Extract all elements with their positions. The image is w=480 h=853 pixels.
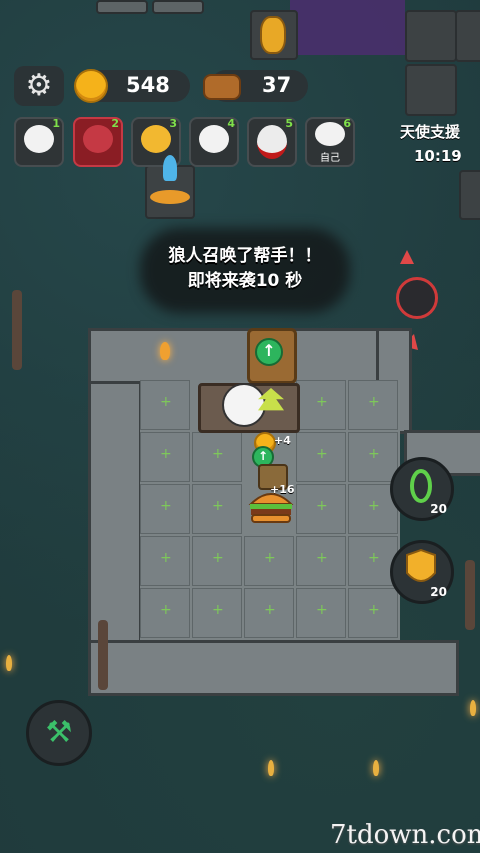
slot-number: 1: [52, 117, 60, 130]
path-tile: [96, 0, 148, 14]
floor-cell[interactable]: [296, 432, 346, 482]
slot-label-self: 自己: [320, 153, 340, 164]
thorn-count: 20: [430, 502, 447, 516]
path-tile: [405, 10, 457, 62]
door-upgrade-arrow-icon[interactable]: ↑: [255, 338, 283, 366]
dungeon-wall-bottom: [88, 640, 459, 696]
gold-amount: 548: [126, 73, 170, 97]
sheep-face-icon: [315, 122, 345, 146]
ground-lamp-icon: [268, 760, 274, 776]
floor-cell[interactable]: [348, 432, 398, 482]
screaming-sheep-icon: [257, 125, 287, 159]
angel-support-title: 天使支援: [400, 123, 461, 141]
settings-gear-icon[interactable]: ⚙: [14, 66, 64, 106]
path-tile: [459, 170, 480, 220]
floor-cell[interactable]: [192, 536, 242, 586]
dead-tree: [98, 620, 108, 690]
sheep-face-icon: [24, 125, 54, 153]
purple-zone: [290, 0, 405, 55]
gold-drop-icon[interactable]: [260, 16, 286, 54]
floor-cell[interactable]: [140, 380, 190, 430]
slot-number: 3: [169, 117, 177, 130]
character-slot-4[interactable]: 4: [189, 117, 239, 167]
claw-wound-icon: [83, 125, 113, 153]
floor-cell[interactable]: [244, 588, 294, 638]
floor-cell[interactable]: [192, 484, 242, 534]
dead-tree: [12, 290, 22, 370]
floor-cell[interactable]: [192, 432, 242, 482]
floor-cell[interactable]: [296, 536, 346, 586]
slot-number: 6: [343, 117, 351, 130]
gold-pile-icon: [150, 190, 190, 204]
spiky-hair-sheep-icon: [141, 125, 171, 153]
ground-lamp-icon: [6, 655, 12, 671]
wall-torch-icon: [160, 342, 170, 360]
dead-tree: [465, 560, 475, 630]
path-tile: [152, 0, 204, 14]
shield-defense-button[interactable]: 20: [390, 540, 454, 604]
player-sheep-icon: [222, 383, 266, 427]
location-pin-icon: [163, 155, 177, 181]
slot-number: 2: [111, 117, 119, 130]
ground-lamp-icon: [373, 760, 379, 776]
floor-cell[interactable]: [140, 588, 190, 638]
ground-lamp-icon: [470, 700, 476, 716]
shield-count: 20: [430, 585, 447, 599]
floor-cell[interactable]: [140, 432, 190, 482]
floor-cell[interactable]: [348, 380, 398, 430]
character-slot-6[interactable]: 6 自己: [305, 117, 355, 167]
slot-number: 5: [285, 117, 293, 130]
thorn-defense-button[interactable]: 20: [390, 457, 454, 521]
character-slot-2[interactable]: 2: [73, 117, 123, 167]
character-slot-1[interactable]: 1: [14, 117, 64, 167]
floor-cell[interactable]: [140, 536, 190, 586]
watermark: 7tdown.com: [330, 820, 480, 850]
path-tile: [455, 10, 480, 62]
sheep-face-icon: [199, 125, 229, 153]
wave-warning-line1: 狼人召唤了帮手！！: [168, 246, 322, 266]
burger-food-icon[interactable]: [248, 488, 294, 524]
floor-cell[interactable]: [140, 484, 190, 534]
wood-log-icon: [203, 74, 241, 100]
wood-amount: 37: [262, 73, 292, 97]
path-tile: [405, 64, 457, 116]
character-slot-5[interactable]: 5: [247, 117, 297, 167]
floor-cell[interactable]: [296, 380, 346, 430]
gold-coin-icon: [74, 69, 108, 103]
build-hammer-wrench-icon[interactable]: ⚒: [26, 700, 92, 766]
werewolf-enemy-icon[interactable]: [396, 277, 438, 319]
floor-cell[interactable]: [192, 588, 242, 638]
wave-warning-line2: 即将来袭10 秒: [187, 271, 303, 291]
floor-cell[interactable]: [348, 588, 398, 638]
angel-support-timer: 10:19: [414, 147, 462, 165]
floor-cell[interactable]: [296, 588, 346, 638]
enemy-direction-triangle: [400, 250, 414, 264]
floor-cell[interactable]: [244, 536, 294, 586]
coin-gain-text: +4: [274, 434, 291, 447]
slot-number: 4: [227, 117, 235, 130]
floor-cell[interactable]: [296, 484, 346, 534]
